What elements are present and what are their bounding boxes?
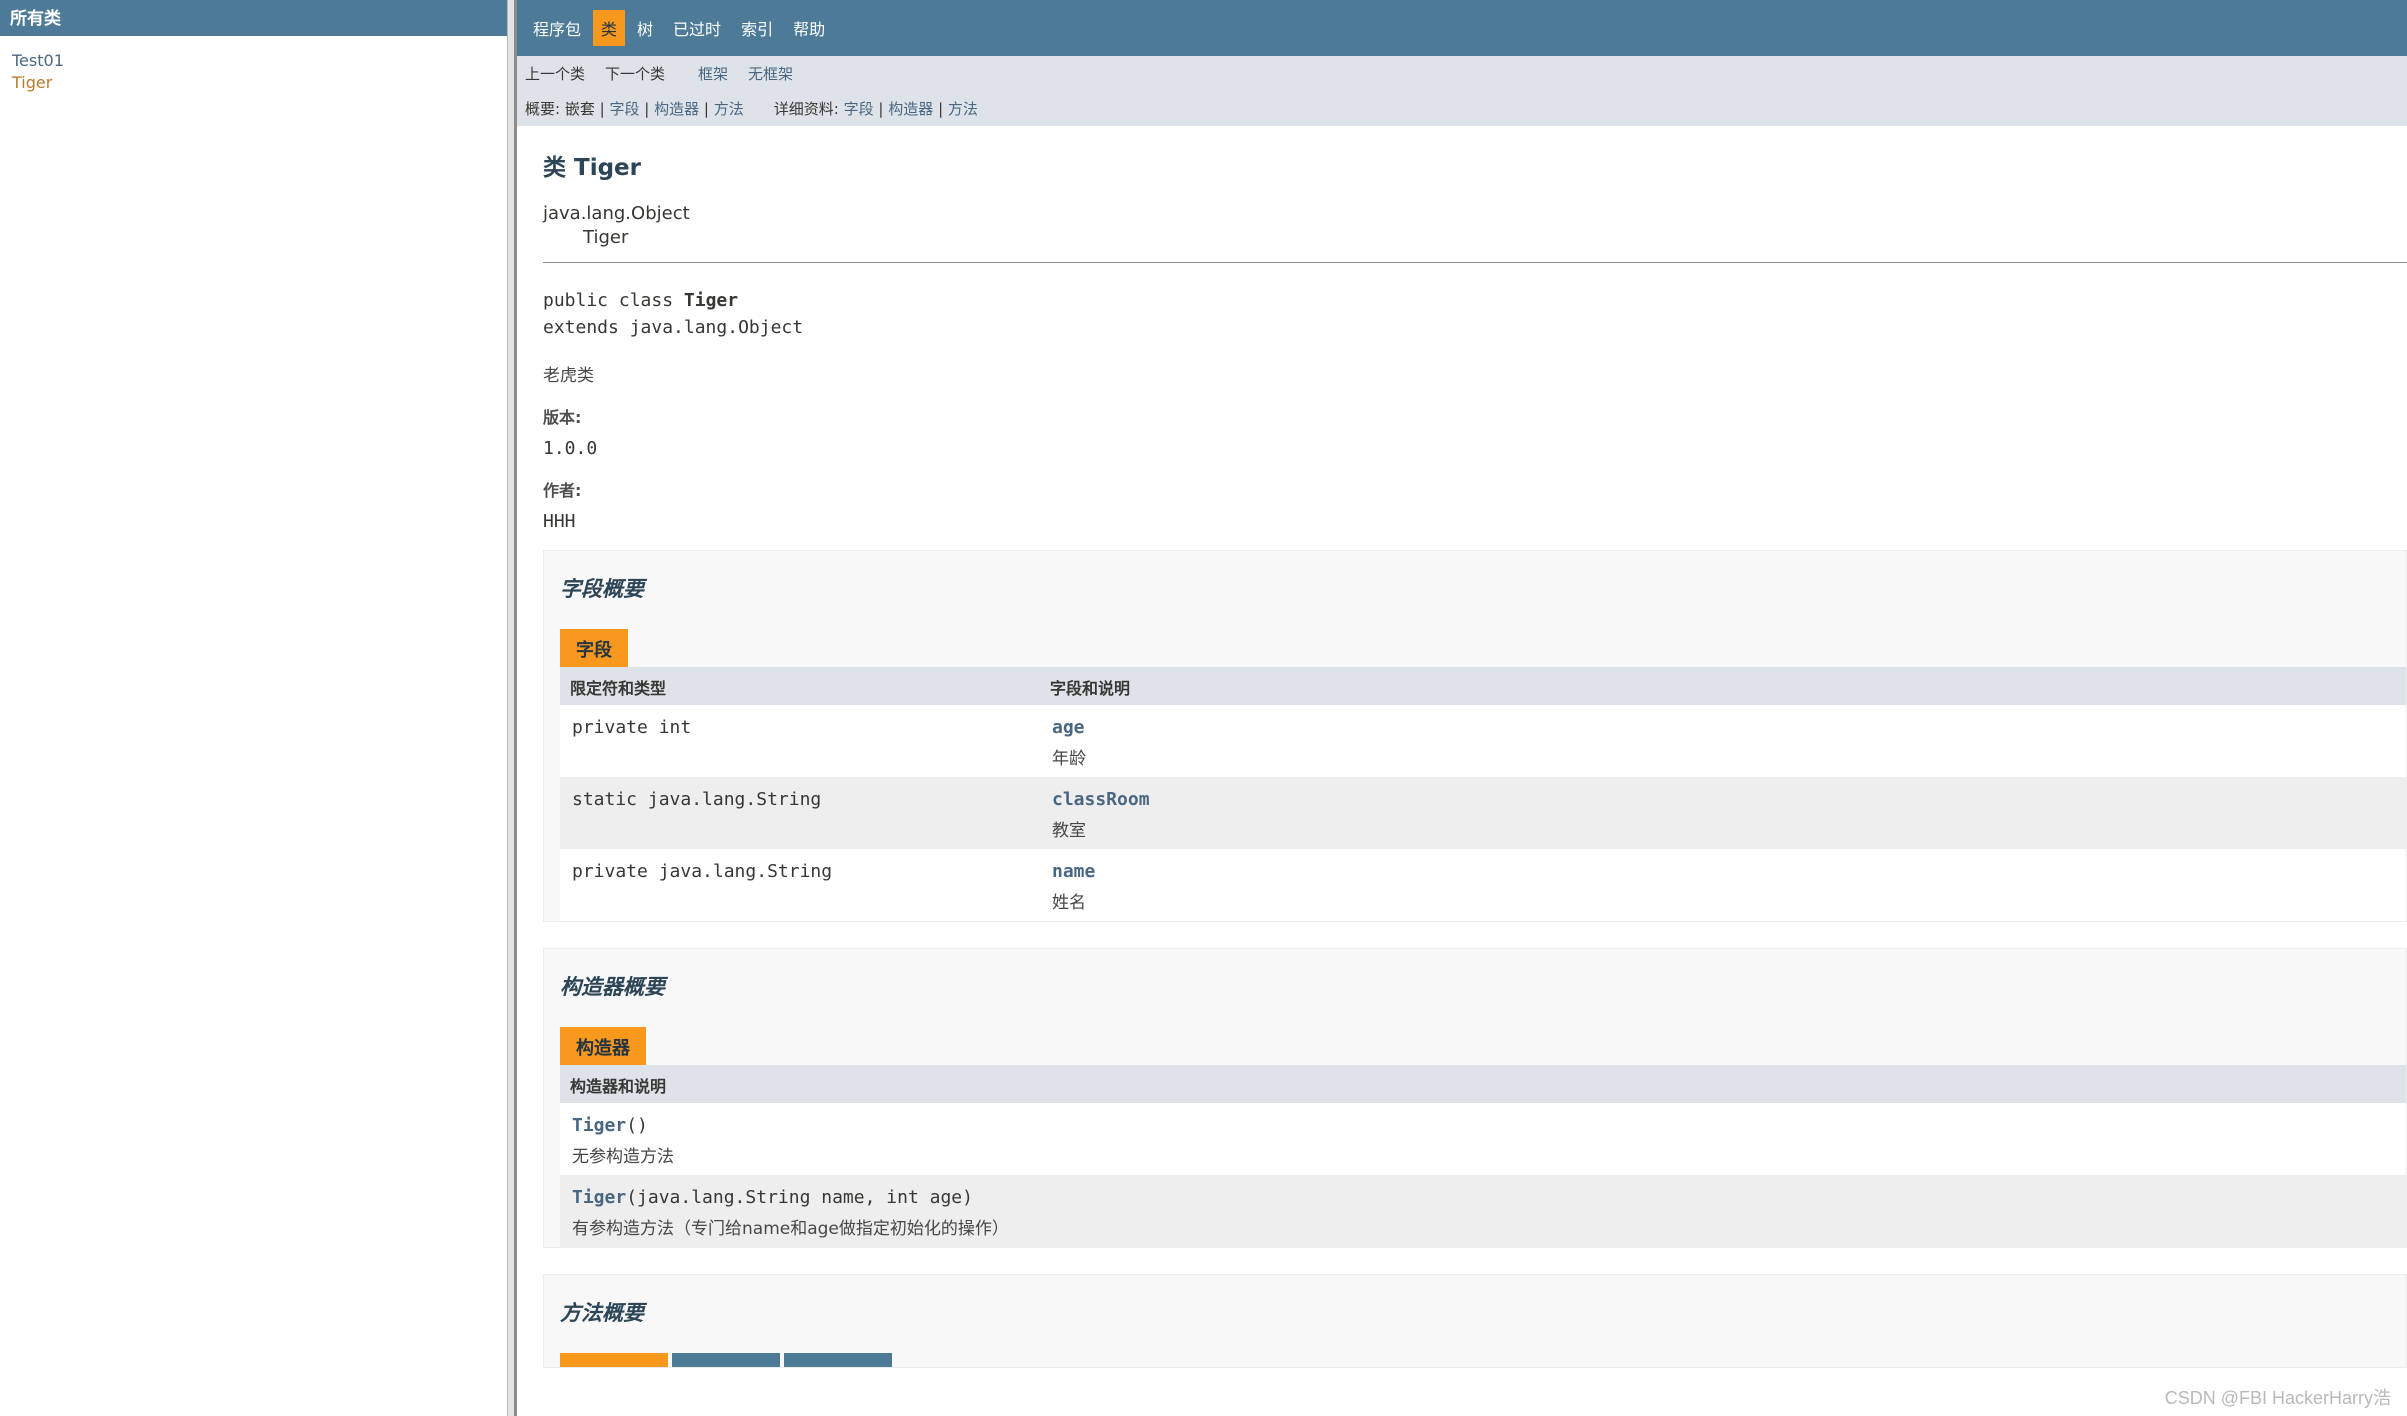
all-classes-frame: 所有类 Test01 Tiger <box>0 0 507 1416</box>
inherit-child: Tiger <box>583 227 629 248</box>
field-summary-heading: 字段概要 <box>560 577 644 601</box>
summary-constructor-link[interactable]: 构造器 <box>654 98 699 119</box>
nav-class: 类 <box>593 10 626 46</box>
class-link-tiger[interactable]: Tiger <box>12 73 52 92</box>
method-tab[interactable] <box>672 1353 780 1367</box>
class-link-test01[interactable]: Test01 <box>12 51 64 70</box>
col-header-constructor-desc: 构造器和说明 <box>560 1065 2406 1103</box>
decl-prefix: public class <box>543 290 684 311</box>
field-cell: name 姓名 <box>1040 849 2406 921</box>
page-title: 类 Tiger <box>543 155 641 181</box>
nav-index[interactable]: 索引 <box>733 10 781 46</box>
detail-method-link[interactable]: 方法 <box>948 98 978 119</box>
prev-class-link[interactable]: 上一个类 <box>525 63 585 84</box>
summary-label: 概要: <box>525 100 561 118</box>
sub-nav-row-class: 上一个类 下一个类 框架 无框架 <box>525 56 2399 91</box>
frames-link[interactable]: 框架 <box>698 63 728 84</box>
field-name-link[interactable]: name <box>1052 861 2394 882</box>
field-summary-block: 字段概要 字段 限定符和类型 字段和说明 private int age 年龄 … <box>543 550 2407 922</box>
constructor-cell: Tiger() 无参构造方法 <box>560 1103 2406 1175</box>
table-row: private java.lang.String name 姓名 <box>560 849 2406 921</box>
sub-nav: 上一个类 下一个类 框架 无框架 概要: 嵌套 | 字段 | 构造器 | 方法 … <box>517 56 2407 126</box>
separator: | <box>878 99 884 118</box>
class-list: Test01 Tiger <box>0 36 507 94</box>
method-summary-block: 方法概要 <box>543 1274 2407 1368</box>
class-description: 老虎类 <box>543 366 594 386</box>
constructor-cell: Tiger(java.lang.String name, int age) 有参… <box>560 1175 2406 1247</box>
watermark: CSDN @FBI HackerHarry浩 <box>2164 1388 2391 1408</box>
field-type: private int <box>560 705 1040 777</box>
field-name-link[interactable]: age <box>1052 717 2394 738</box>
field-cell: classRoom 教室 <box>1040 777 2406 849</box>
constructor-caption: 构造器 <box>560 1027 646 1065</box>
constructor-summary-heading: 构造器概要 <box>560 975 665 999</box>
version-label: 版本: <box>543 408 582 427</box>
top-nav: 程序包 类 树 已过时 索引 帮助 <box>517 0 2407 56</box>
decl-class-name: Tiger <box>683 290 739 311</box>
field-type: private java.lang.String <box>560 849 1040 921</box>
sub-nav-row-summary: 概要: 嵌套 | 字段 | 构造器 | 方法 详细资料: 字段 | 构造器 | … <box>525 91 2399 126</box>
method-summary-heading: 方法概要 <box>560 1301 644 1325</box>
field-name-link[interactable]: classRoom <box>1052 789 2394 810</box>
field-desc: 姓名 <box>1052 893 1086 913</box>
all-classes-header: 所有类 <box>0 0 507 36</box>
col-header-modifier-type: 限定符和类型 <box>560 667 1040 705</box>
summary-field-link[interactable]: 字段 <box>609 98 639 119</box>
author-value: HHH <box>543 511 576 532</box>
detail-label: 详细资料: <box>773 100 839 118</box>
table-row: Tiger(java.lang.String name, int age) 有参… <box>560 1175 2406 1247</box>
separator: | <box>644 99 650 118</box>
table-row: private int age 年龄 <box>560 705 2406 777</box>
nav-tree[interactable]: 树 <box>629 10 661 46</box>
table-row: static java.lang.String classRoom 教室 <box>560 777 2406 849</box>
separator: | <box>703 99 709 118</box>
class-content: 类 Tiger java.lang.Object Tiger public cl… <box>517 148 2407 1368</box>
constructor-desc: 有参构造方法（专门给name和age做指定初始化的操作） <box>572 1219 1009 1239</box>
separator: | <box>599 99 605 118</box>
method-tab-row <box>560 1353 2406 1367</box>
field-desc: 年龄 <box>1052 749 1086 769</box>
constructor-summary-table: 构造器和说明 Tiger() 无参构造方法 Tiger(java.lang.St… <box>560 1065 2406 1247</box>
constructor-name-link[interactable]: Tiger <box>572 1187 626 1208</box>
nav-help[interactable]: 帮助 <box>785 10 833 46</box>
method-tab-all[interactable] <box>560 1353 668 1367</box>
decl-extends: extends java.lang.Object <box>543 317 804 338</box>
summary-method-link[interactable]: 方法 <box>714 98 744 119</box>
frame-splitter[interactable] <box>507 0 517 1416</box>
constructor-params: (java.lang.String name, int age) <box>626 1187 973 1208</box>
constructor-params: () <box>626 1115 648 1136</box>
method-tab[interactable] <box>784 1353 892 1367</box>
inherit-parent: java.lang.Object <box>543 203 690 224</box>
nav-package[interactable]: 程序包 <box>525 10 589 46</box>
separator: | <box>938 99 944 118</box>
field-desc: 教室 <box>1052 821 1086 841</box>
table-row: Tiger() 无参构造方法 <box>560 1103 2406 1175</box>
class-list-item[interactable]: Tiger <box>12 72 507 94</box>
field-summary-table: 限定符和类型 字段和说明 private int age 年龄 static j… <box>560 667 2406 921</box>
class-list-item[interactable]: Test01 <box>12 50 507 72</box>
field-caption: 字段 <box>560 629 628 667</box>
class-declaration: public class Tiger extends java.lang.Obj… <box>543 287 2407 341</box>
class-doc-frame: 程序包 类 树 已过时 索引 帮助 上一个类 下一个类 框架 无框架 概要: 嵌… <box>517 0 2407 1416</box>
field-type: static java.lang.String <box>560 777 1040 849</box>
field-cell: age 年龄 <box>1040 705 2406 777</box>
nav-deprecated[interactable]: 已过时 <box>665 10 729 46</box>
summary-nested: 嵌套 <box>564 100 595 118</box>
constructor-desc: 无参构造方法 <box>572 1147 674 1167</box>
divider <box>543 262 2407 263</box>
version-value: 1.0.0 <box>543 438 598 459</box>
inheritance-tree: java.lang.Object Tiger <box>543 202 2407 250</box>
author-label: 作者: <box>543 481 582 500</box>
col-header-field-desc: 字段和说明 <box>1040 667 2406 705</box>
constructor-summary-block: 构造器概要 构造器 构造器和说明 Tiger() 无参构造方法 Tiger(ja… <box>543 948 2407 1248</box>
next-class-link[interactable]: 下一个类 <box>605 63 665 84</box>
detail-field-link[interactable]: 字段 <box>844 98 874 119</box>
no-frames-link[interactable]: 无框架 <box>748 63 793 84</box>
constructor-name-link[interactable]: Tiger <box>572 1115 626 1136</box>
detail-constructor-link[interactable]: 构造器 <box>888 98 933 119</box>
